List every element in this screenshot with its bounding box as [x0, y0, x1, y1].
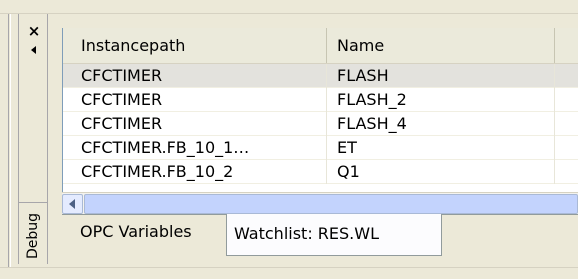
cell-instancepath: CFCTIMER.FB_10_2: [63, 160, 327, 184]
cell-instancepath: CFCTIMER: [63, 112, 327, 136]
cell-instancepath: CFCTIMER: [63, 88, 327, 112]
grid-header: Instancepath Name: [63, 28, 578, 64]
cell-extra: [555, 160, 578, 184]
column-header-name[interactable]: Name: [327, 28, 555, 63]
top-toolbar-strip: [0, 0, 578, 14]
table-row[interactable]: CFCTIMER FLASH_2: [63, 88, 578, 112]
debug-tab-label: Debug: [25, 212, 41, 260]
bottom-tab-bar: OPC Variables Watchlist: RES.WL: [62, 214, 578, 256]
cell-instancepath: CFCTIMER.FB_10_1…: [63, 136, 327, 160]
pin-arrow-icon[interactable]: [28, 42, 40, 58]
cell-extra: [555, 88, 578, 112]
scroll-left-arrow-icon[interactable]: [62, 194, 83, 214]
cell-name: FLASH_2: [327, 88, 555, 112]
cell-extra: [555, 64, 578, 88]
table-row[interactable]: CFCTIMER FLASH_4: [63, 112, 578, 136]
status-strip: [0, 267, 578, 279]
window: × Debug Instancepath Name CFCTIMER FLASH…: [0, 0, 578, 279]
watch-grid: Instancepath Name CFCTIMER FLASH CFCTIME…: [62, 28, 578, 192]
debug-side-panel: × Debug: [18, 14, 48, 264]
left-frame-border: [8, 14, 11, 269]
horizontal-scrollbar[interactable]: [62, 192, 578, 214]
cell-name: Q1: [327, 160, 555, 184]
table-row[interactable]: CFCTIMER FLASH: [63, 64, 578, 88]
table-row[interactable]: CFCTIMER.FB_10_2 Q1: [63, 160, 578, 184]
debug-tab[interactable]: Debug: [19, 202, 47, 272]
cell-extra: [555, 136, 578, 160]
table-row[interactable]: CFCTIMER.FB_10_1… ET: [63, 136, 578, 160]
tab-opc-variables[interactable]: OPC Variables: [62, 215, 224, 251]
tab-watchlist[interactable]: Watchlist: RES.WL: [226, 214, 442, 256]
scroll-thumb[interactable]: [84, 194, 578, 214]
cell-name: FLASH_4: [327, 112, 555, 136]
cell-extra: [555, 112, 578, 136]
close-icon[interactable]: ×: [25, 22, 43, 40]
column-header-extra[interactable]: [555, 28, 578, 63]
cell-instancepath: CFCTIMER: [63, 64, 327, 88]
column-header-instancepath[interactable]: Instancepath: [63, 28, 327, 63]
cell-name: FLASH: [327, 64, 555, 88]
cell-name: ET: [327, 136, 555, 160]
